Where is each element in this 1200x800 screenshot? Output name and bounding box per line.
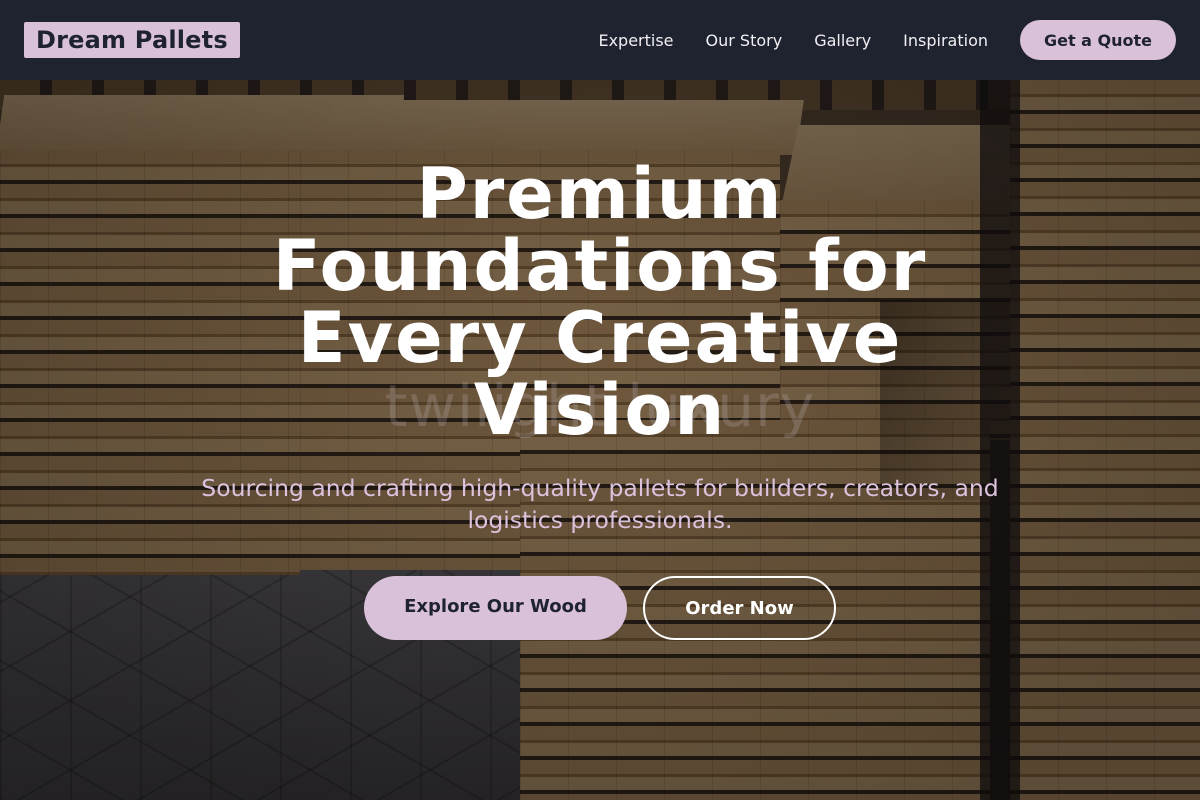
order-now-button[interactable]: Order Now [643, 576, 836, 640]
hero-subtitle: Sourcing and crafting high-quality palle… [201, 474, 999, 534]
hero-section: twilight luxury Premium Foundations for … [0, 0, 1200, 800]
nav-link-expertise[interactable]: Expertise [598, 31, 673, 50]
hero-title: Premium Foundations for Every Creative V… [272, 153, 928, 451]
nav-link-inspiration[interactable]: Inspiration [903, 31, 988, 50]
hero-cta-row: Explore Our Wood Order Now [0, 576, 1200, 640]
get-quote-button[interactable]: Get a Quote [1020, 20, 1176, 60]
explore-wood-button[interactable]: Explore Our Wood [364, 576, 627, 640]
main-nav: Expertise Our Story Gallery Inspiration … [598, 20, 1176, 60]
site-header: Dream Pallets Expertise Our Story Galler… [0, 0, 1200, 80]
nav-link-our-story[interactable]: Our Story [706, 31, 783, 50]
brand-logo[interactable]: Dream Pallets [24, 22, 240, 58]
nav-link-gallery[interactable]: Gallery [814, 31, 871, 50]
